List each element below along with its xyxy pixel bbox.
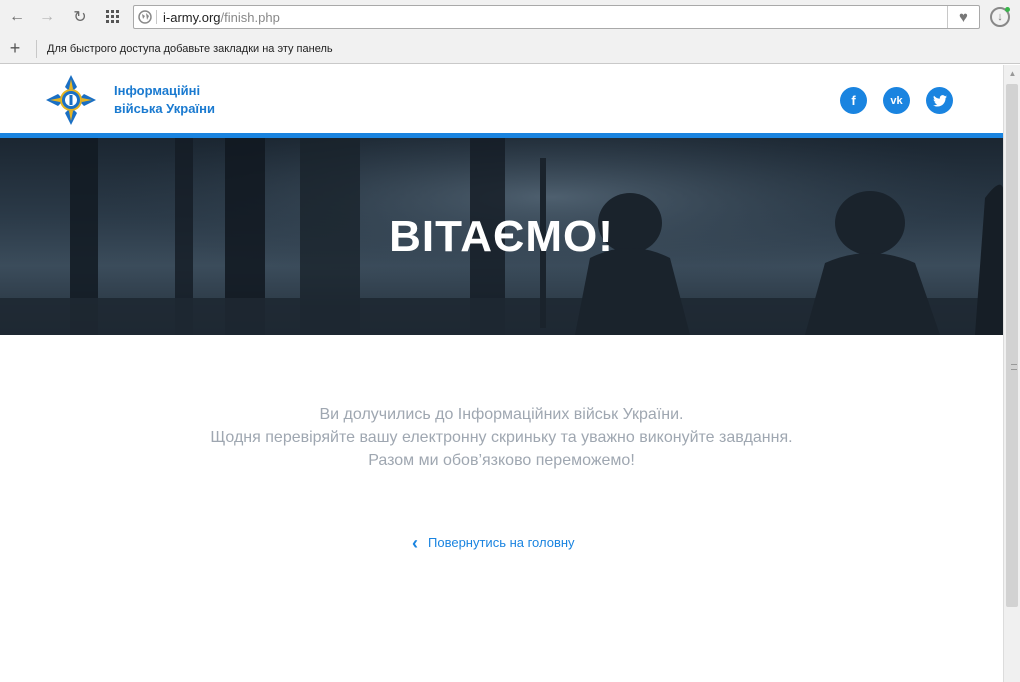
back-link-label: Повернутись на головну	[428, 535, 575, 550]
facebook-button[interactable]: f	[840, 87, 867, 114]
scrollbar-thumb[interactable]	[1006, 84, 1018, 607]
back-to-home-link[interactable]: ‹ Повернутись на головну	[412, 532, 575, 553]
web-page: Інформаційні війська України f vk ВІТАЄМ…	[0, 65, 1003, 682]
forward-button[interactable]: →	[35, 5, 59, 29]
site-name-line1: Інформаційні	[114, 83, 201, 98]
browser-toolbar: ← → ↻ i-army.org/finish.php ♥ ↓	[0, 0, 1020, 34]
address-bar[interactable]: i-army.org/finish.php ♥	[133, 5, 980, 29]
scrollbar-grip	[1011, 364, 1017, 370]
bookmarks-separator	[36, 39, 37, 58]
site-name[interactable]: Інформаційні війська України	[114, 82, 215, 118]
reload-button[interactable]: ↻	[68, 5, 92, 29]
plus-icon: +	[9, 38, 21, 58]
url-text[interactable]: i-army.org/finish.php	[163, 10, 280, 25]
bookmark-button[interactable]: ♥	[947, 6, 979, 28]
chevron-left-icon: ‹	[412, 532, 418, 553]
url-host: i-army.org	[163, 9, 221, 25]
hero-title: ВІТАЄМО!	[389, 212, 614, 261]
page-scrollbar[interactable]: ▲	[1003, 65, 1020, 682]
grid-icon	[106, 10, 119, 23]
bookmarks-hint: Для быстрого доступа добавьте закладки н…	[47, 42, 333, 55]
facebook-icon: f	[851, 93, 856, 108]
heart-icon: ♥	[959, 8, 968, 26]
bookmarks-bar: + Для быстрого доступа добавьте закладки…	[0, 34, 1020, 64]
address-separator	[156, 10, 157, 24]
add-bookmark-button[interactable]: +	[0, 38, 30, 59]
twitter-icon	[932, 94, 947, 107]
download-indicator	[1005, 7, 1010, 12]
globe-icon	[138, 10, 152, 24]
message-line2: Щодня перевіряйте вашу електронну скринь…	[210, 429, 793, 446]
site-header: Інформаційні війська України f vk	[0, 65, 1003, 133]
site-name-line2: війська України	[114, 101, 215, 116]
back-button[interactable]: ←	[5, 5, 29, 29]
reload-icon: ↻	[73, 9, 87, 26]
vk-button[interactable]: vk	[883, 87, 910, 114]
message-line1: Ви долучились до Інформаційних військ Ук…	[319, 406, 684, 423]
site-logo[interactable]	[44, 73, 98, 127]
site-info-button[interactable]	[134, 10, 156, 24]
twitter-button[interactable]	[926, 87, 953, 114]
speed-dial-button[interactable]	[101, 5, 125, 29]
vk-icon: vk	[890, 94, 903, 107]
hero-banner: ВІТАЄМО!	[0, 138, 1003, 335]
message-line3: Разом ми обов’язково переможемо!	[368, 452, 635, 469]
confirmation-message: Ви долучились до Інформаційних військ Ук…	[0, 403, 1003, 472]
scroll-up-arrow[interactable]: ▲	[1004, 65, 1020, 82]
arrow-left-icon: ←	[9, 8, 25, 25]
arrow-right-icon: →	[39, 8, 55, 25]
url-path: /finish.php	[220, 9, 280, 25]
download-icon: ↓	[997, 11, 1003, 23]
